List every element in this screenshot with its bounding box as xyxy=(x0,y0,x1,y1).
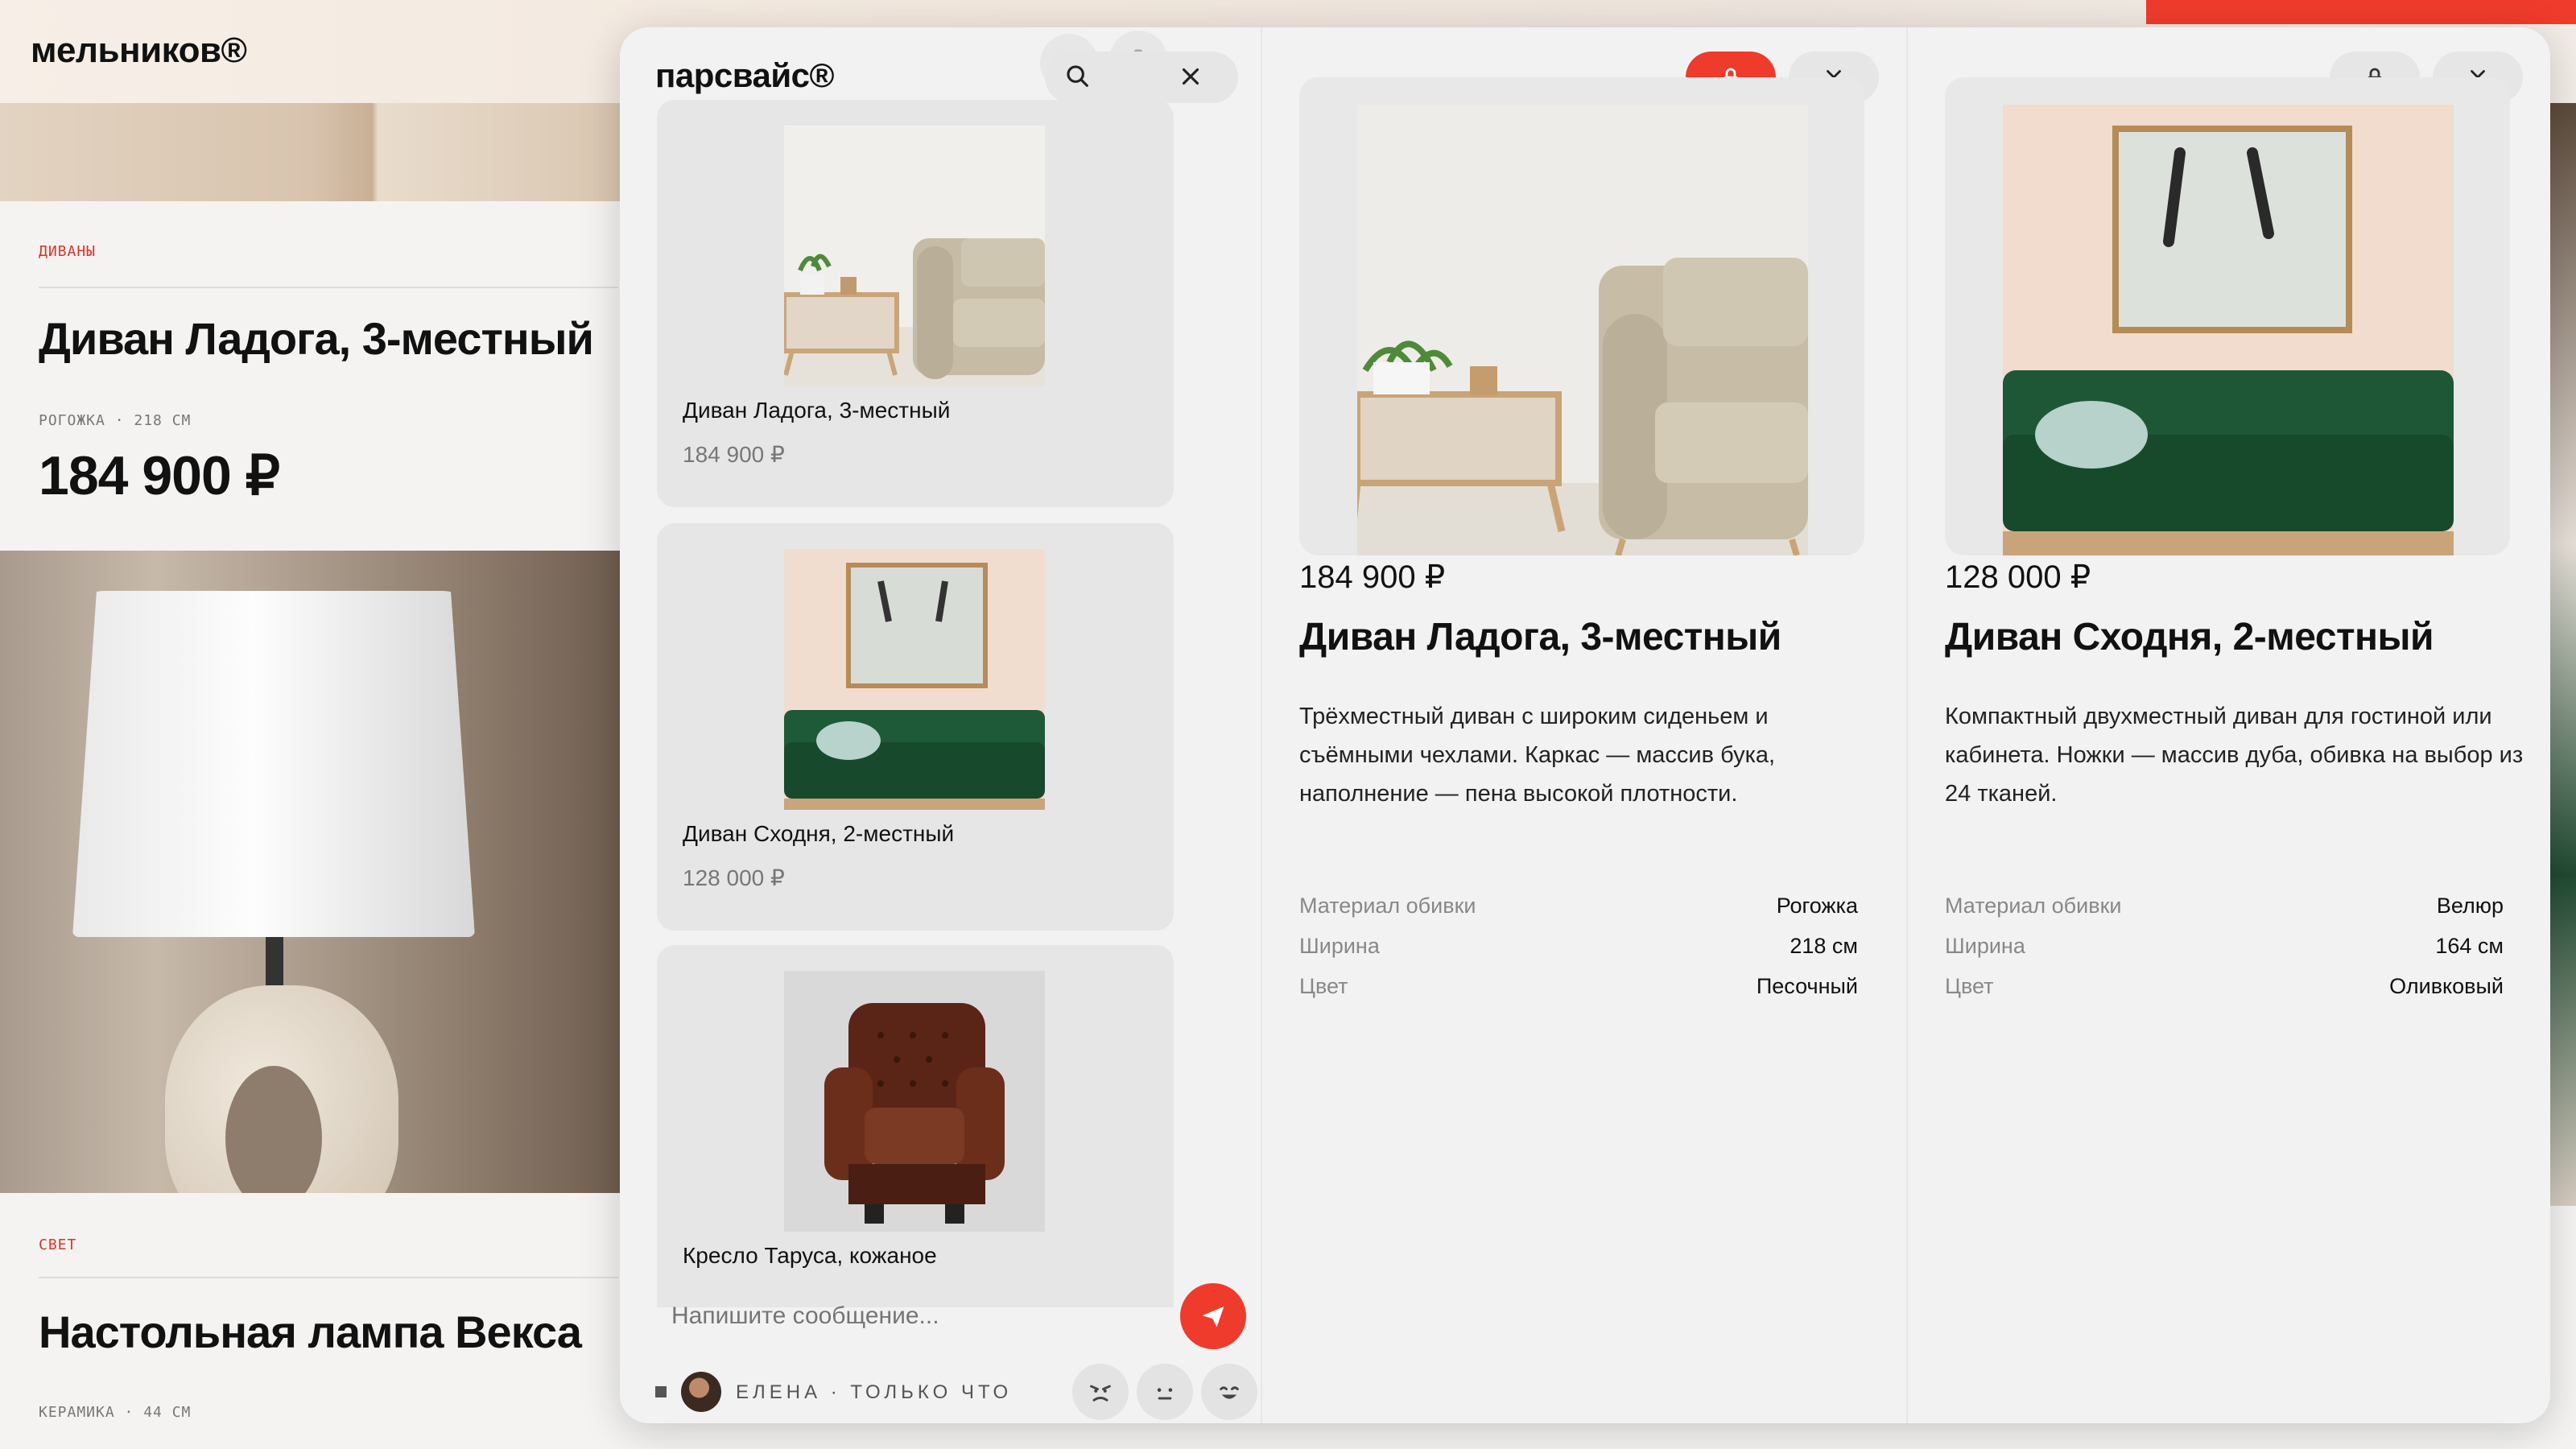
spec-key: Ширина xyxy=(1945,934,2025,958)
list-item[interactable]: Диван Сходня, 2-местный 128 000 ₽ xyxy=(657,523,1174,931)
category-label: СВЕТ xyxy=(39,1236,77,1253)
product-price: 184 900 ₽ xyxy=(1299,559,1446,595)
list-item[interactable]: Диван Ладога, 3-местный 184 900 ₽ xyxy=(657,100,1174,507)
spec-row: Материал обивки Рогожка xyxy=(1299,894,1858,934)
send-button[interactable] xyxy=(1180,1283,1246,1349)
storefront-accent-bar xyxy=(2146,0,2576,24)
product-title: Диван Ладога, 3-местный xyxy=(1299,616,1781,658)
message-input[interactable] xyxy=(655,1280,1138,1352)
message-author: ЕЛЕНА · ТОЛЬКО ЧТО xyxy=(736,1381,1013,1403)
spec-row: Цвет Оливковый xyxy=(1945,974,2504,1014)
product-image xyxy=(1299,77,1864,555)
product-meta: РОГОЖКА · 218 СМ xyxy=(39,412,192,429)
spec-row: Материал обивки Велюр xyxy=(1945,894,2504,934)
spec-key: Цвет xyxy=(1299,974,1348,998)
spec-value: Рогожка xyxy=(1776,894,1858,918)
chat-toolbar xyxy=(1045,52,1238,103)
assistant-brand: парсвайс® xyxy=(655,56,835,94)
product-title: Настольная лампа Векса xyxy=(39,1307,582,1357)
status-indicator xyxy=(655,1386,667,1397)
product-card-lamp[interactable]: СВЕТ Настольная лампа Векса КЕРАМИКА · 4… xyxy=(0,1193,620,1449)
happy-face-icon[interactable] xyxy=(1201,1364,1257,1420)
chat-pane: парсвайс® Диван Ладога, 3-местный 184 90… xyxy=(620,27,1261,1423)
close-icon[interactable] xyxy=(1177,63,1204,94)
item-name: Диван Ладога, 3-местный xyxy=(683,398,951,423)
product-pane-2: 128 000 ₽ Диван Сходня, 2-местный Компак… xyxy=(1908,27,2550,1423)
product-pane-1: 184 900 ₽ Диван Ладога, 3-местный Трёхме… xyxy=(1262,27,1906,1423)
spec-key: Материал обивки xyxy=(1945,894,2122,918)
background-edge-photos xyxy=(2550,103,2576,1206)
list-item[interactable]: Кресло Таруса, кожаное xyxy=(657,945,1174,1307)
spec-value: Оливковый xyxy=(2389,974,2504,998)
leather-armchair-thumbnail xyxy=(784,971,1045,1232)
angry-face-icon[interactable] xyxy=(1072,1364,1129,1420)
neutral-face-icon[interactable] xyxy=(1137,1364,1193,1420)
product-description: Компактный двухместный диван для гостино… xyxy=(1945,704,2524,807)
chat-footer: ЕЛЕНА · ТОЛЬКО ЧТО xyxy=(655,1364,1257,1420)
item-price: 184 900 ₽ xyxy=(683,442,785,467)
product-price: 128 000 ₽ xyxy=(1945,559,2091,595)
spec-value: 218 см xyxy=(1790,934,1858,958)
product-image xyxy=(1945,77,2510,555)
product-meta: КЕРАМИКА · 44 СМ xyxy=(39,1404,192,1421)
spec-key: Ширина xyxy=(1299,934,1380,958)
item-name: Диван Сходня, 2-местный xyxy=(683,821,955,846)
storefront-logo[interactable]: мельников® xyxy=(31,31,247,71)
spec-row: Ширина 218 см xyxy=(1299,934,1858,974)
product-description: Трёхместный диван с широким сиденьем и с… xyxy=(1299,704,1776,807)
search-icon[interactable] xyxy=(1064,63,1092,94)
spec-row: Цвет Песочный xyxy=(1299,974,1858,1014)
send-icon xyxy=(1202,1307,1224,1327)
divider xyxy=(39,287,618,288)
spec-value: Песочный xyxy=(1756,974,1858,998)
spec-key: Материал обивки xyxy=(1299,894,1476,918)
product-photo-strip xyxy=(0,103,620,201)
compare-window: парсвайс® Диван Ладога, 3-местный 184 90… xyxy=(620,27,2550,1423)
item-name: Кресло Таруса, кожаное xyxy=(683,1243,937,1268)
avatar[interactable] xyxy=(681,1372,721,1412)
spec-key: Цвет xyxy=(1945,974,1994,998)
product-card-sofa[interactable]: ДИВАНЫ Диван Ладога, 3-местный РОГОЖКА ·… xyxy=(0,201,620,551)
category-label: ДИВАНЫ xyxy=(39,243,97,260)
chat-product-list[interactable]: Диван Ладога, 3-местный 184 900 ₽ Диван … xyxy=(657,100,1174,1307)
message-composer xyxy=(655,1280,1246,1352)
product-title: Диван Ладога, 3-местный xyxy=(39,313,594,364)
sofa-beige-thumbnail xyxy=(784,126,1045,386)
spec-value: Велюр xyxy=(2436,894,2504,918)
spec-row: Ширина 164 см xyxy=(1945,934,2504,974)
product-price: 184 900 ₽ xyxy=(39,445,280,506)
sofa-green-thumbnail xyxy=(784,549,1045,810)
lamp-photo[interactable] xyxy=(0,551,620,1193)
product-title: Диван Сходня, 2-местный xyxy=(1945,616,2434,658)
spec-value: 164 см xyxy=(2435,934,2504,958)
divider xyxy=(39,1277,618,1278)
item-price: 128 000 ₽ xyxy=(683,865,785,890)
